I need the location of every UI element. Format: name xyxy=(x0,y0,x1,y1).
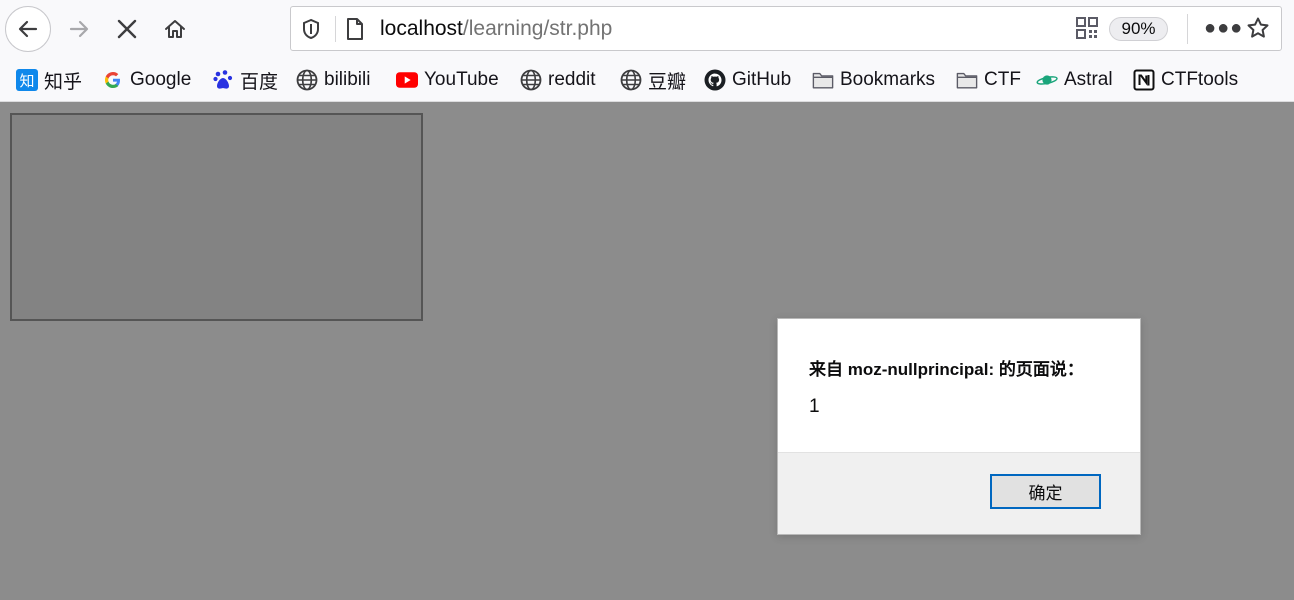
forward-button[interactable] xyxy=(56,6,102,52)
google-icon xyxy=(102,69,124,91)
globe-icon xyxy=(520,69,542,91)
bookmark-folder-bookmarks[interactable]: Bookmarks xyxy=(812,67,935,93)
zhihu-icon: 知 xyxy=(16,69,38,91)
dialog-footer: 确定 xyxy=(778,452,1140,534)
page-icon[interactable] xyxy=(345,17,365,46)
bookmark-reddit[interactable]: reddit xyxy=(520,67,596,93)
more-actions-icon[interactable]: ●●● xyxy=(1204,18,1243,38)
globe-icon xyxy=(296,69,318,91)
bookmark-label: Google xyxy=(130,69,192,90)
svg-text:知: 知 xyxy=(19,72,34,90)
bookmark-label: GitHub xyxy=(732,69,792,90)
bookmark-ctftools[interactable]: CTFtools xyxy=(1133,67,1238,93)
bookmark-label: CTFtools xyxy=(1161,69,1239,90)
qr-code-icon[interactable] xyxy=(1076,17,1098,44)
url-divider-right xyxy=(1187,14,1188,44)
bookmark-label: YouTube xyxy=(424,69,499,90)
arrow-left-icon xyxy=(18,20,38,38)
bookmark-label: 知乎 xyxy=(44,71,83,93)
bookmark-label: reddit xyxy=(548,69,596,90)
bookmark-bilibili[interactable]: bilibili xyxy=(296,67,370,93)
youtube-icon xyxy=(396,69,418,91)
url-bar[interactable]: localhost/learning/str.php 90% ●●● xyxy=(290,6,1282,51)
bookmark-zhihu[interactable]: 知 知乎 xyxy=(16,67,82,93)
bookmark-label: Bookmarks xyxy=(840,69,936,90)
bookmark-github[interactable]: GitHub xyxy=(704,67,791,93)
notion-icon xyxy=(1133,69,1155,91)
bookmark-star-icon[interactable] xyxy=(1246,16,1270,45)
url-divider xyxy=(335,16,336,42)
bookmark-label: Astral xyxy=(1064,69,1113,90)
bookmark-label: CTF xyxy=(984,69,1021,90)
url-text[interactable]: localhost/learning/str.php xyxy=(380,16,612,42)
home-icon xyxy=(165,20,185,38)
dialog-title: 来自 moz-nullprincipal: 的页面说： xyxy=(809,360,1084,379)
zoom-level-badge[interactable]: 90% xyxy=(1109,17,1168,41)
bookmark-youtube[interactable]: YouTube xyxy=(396,67,499,93)
planet-icon xyxy=(1036,69,1058,91)
bookmark-google[interactable]: Google xyxy=(102,67,191,93)
url-host: localhost xyxy=(380,17,463,40)
github-icon xyxy=(704,69,726,91)
home-button[interactable] xyxy=(152,6,198,52)
alert-dialog: 来自 moz-nullprincipal: 的页面说： 1 确定 xyxy=(777,318,1141,535)
arrow-right-icon xyxy=(69,20,89,38)
browser-toolbar: localhost/learning/str.php 90% ●●● xyxy=(0,0,1294,58)
folder-icon xyxy=(956,69,978,91)
folder-icon xyxy=(812,69,834,91)
close-icon xyxy=(117,19,137,39)
bookmark-label: bilibili xyxy=(324,69,371,90)
ok-button[interactable]: 确定 xyxy=(990,474,1101,509)
iframe-placeholder xyxy=(10,113,423,321)
bookmark-astral[interactable]: Astral xyxy=(1036,67,1113,93)
shield-icon[interactable] xyxy=(301,18,321,45)
bookmark-douban[interactable]: 豆瓣 xyxy=(620,67,686,93)
bookmarks-toolbar: 知 知乎 Google 百度 bilibili YouTube reddit 豆… xyxy=(0,58,1294,102)
globe-icon xyxy=(620,69,642,91)
bookmark-folder-ctf[interactable]: CTF xyxy=(956,67,1021,93)
back-button[interactable] xyxy=(5,6,51,52)
dialog-message: 1 xyxy=(809,396,820,417)
baidu-icon xyxy=(212,69,234,91)
bookmark-baidu[interactable]: 百度 xyxy=(212,67,278,93)
bookmark-label: 豆瓣 xyxy=(648,71,687,93)
bookmark-label: 百度 xyxy=(240,71,279,93)
url-path: /learning/str.php xyxy=(462,17,613,40)
stop-button[interactable] xyxy=(104,6,150,52)
